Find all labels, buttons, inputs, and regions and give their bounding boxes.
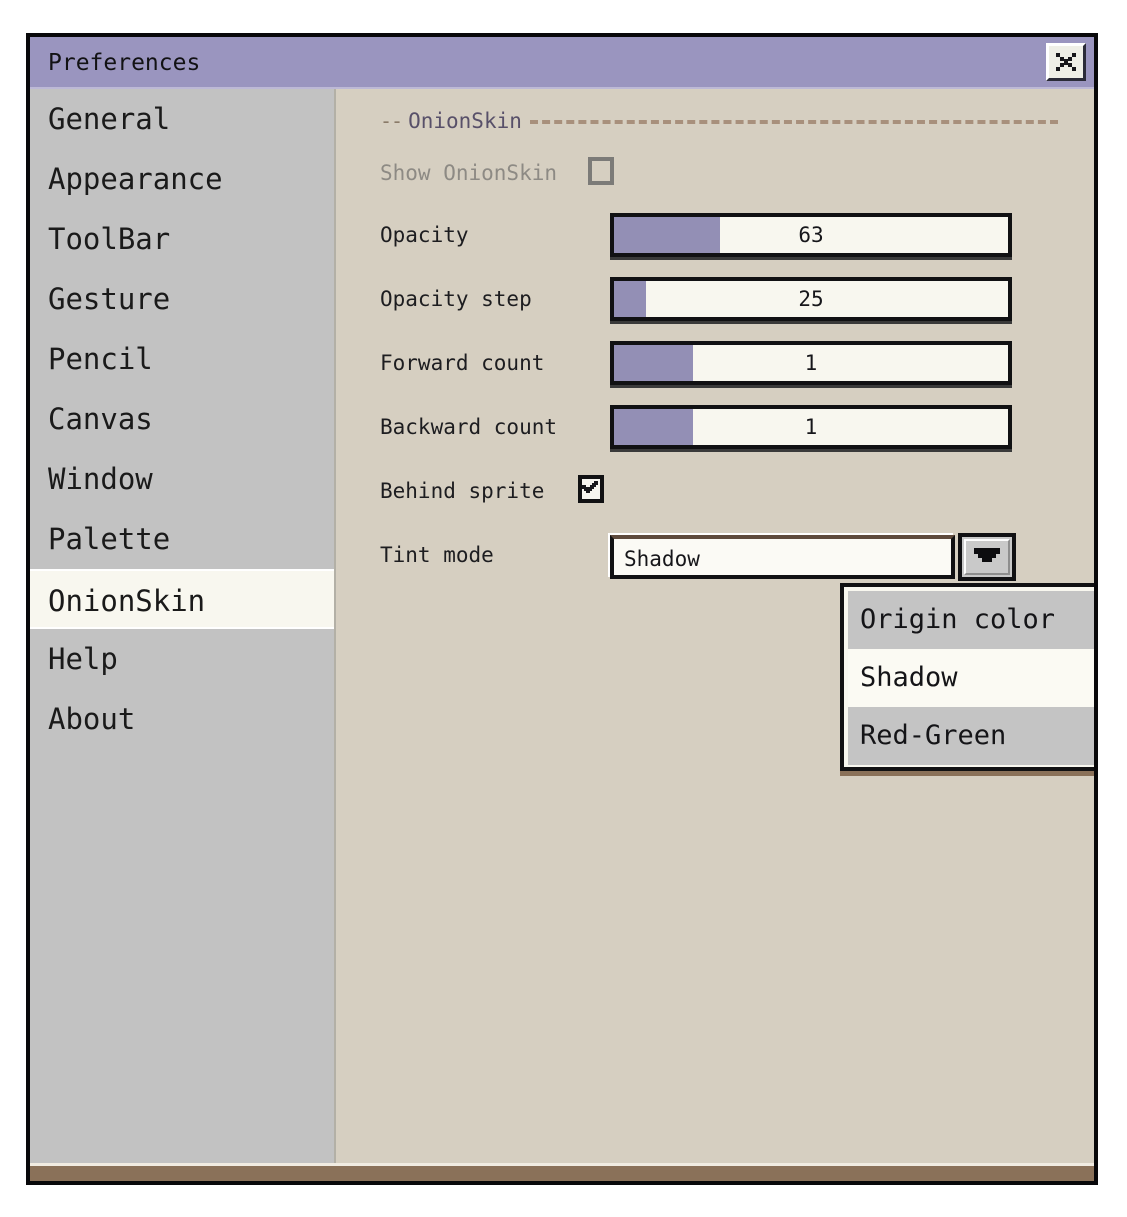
show-onionskin-label: Show OnionSkin: [380, 161, 558, 185]
tint-mode-dropdown-list: Origin color Shadow Red-Green: [840, 583, 1094, 771]
opacity-value: 63: [798, 223, 824, 247]
preferences-window: Preferences General Appearance ToolBar G…: [26, 33, 1098, 1185]
dropdown-option-shadow[interactable]: Shadow: [848, 649, 1094, 707]
sidebar-item-general[interactable]: General: [30, 89, 334, 149]
tint-mode-value: Shadow: [624, 547, 700, 571]
sidebar-item-window[interactable]: Window: [30, 449, 334, 509]
window-inner: Preferences General Appearance ToolBar G…: [30, 37, 1094, 1181]
sidebar-item-help[interactable]: Help: [30, 629, 334, 689]
row-opacity: Opacity 63: [380, 213, 1064, 257]
sidebar-item-onionskin[interactable]: OnionSkin: [30, 569, 334, 629]
sidebar-item-about[interactable]: About: [30, 689, 334, 749]
behind-sprite-label: Behind sprite: [380, 479, 545, 503]
opacity-step-label: Opacity step: [380, 287, 532, 311]
sidebar-item-palette[interactable]: Palette: [30, 509, 334, 569]
chevron-down-icon: [972, 546, 1002, 568]
opacity-slider[interactable]: 63: [610, 213, 1012, 257]
tint-mode-field[interactable]: Shadow: [610, 535, 955, 579]
window-bottom-shadow: [30, 1163, 1094, 1181]
dropdown-option-origin-color[interactable]: Origin color: [848, 591, 1094, 649]
group-dash-prefix: --: [380, 109, 403, 133]
close-x-icon: [1049, 49, 1083, 75]
sidebar: General Appearance ToolBar Gesture Penci…: [30, 89, 336, 1163]
dropdown-option-red-green[interactable]: Red-Green: [848, 707, 1094, 765]
sidebar-item-appearance[interactable]: Appearance: [30, 149, 334, 209]
forward-count-label: Forward count: [380, 351, 545, 375]
checkmark-icon: [582, 479, 600, 499]
close-button[interactable]: [1046, 43, 1086, 81]
backward-count-value: 1: [804, 415, 818, 439]
row-tint-mode: Tint mode Shadow Origin color Shadow Red…: [380, 533, 1094, 771]
show-onionskin-checkbox[interactable]: [588, 157, 614, 185]
window-title: Preferences: [48, 50, 201, 76]
group-title: OnionSkin: [408, 109, 522, 133]
opacity-label: Opacity: [380, 223, 469, 247]
sidebar-item-canvas[interactable]: Canvas: [30, 389, 334, 449]
row-backward-count: Backward count 1: [380, 405, 1064, 449]
row-show-onionskin: Show OnionSkin: [380, 151, 1064, 195]
sidebar-item-gesture[interactable]: Gesture: [30, 269, 334, 329]
settings-panel: -- OnionSkin Show OnionSkin Opacity 63 O…: [338, 89, 1094, 1163]
tint-mode-combobox: Shadow Origin color Shadow Red-Green: [610, 533, 1094, 771]
tint-mode-dropdown-button[interactable]: [958, 533, 1016, 581]
forward-count-value: 1: [804, 351, 818, 375]
sidebar-item-pencil[interactable]: Pencil: [30, 329, 334, 389]
row-opacity-step: Opacity step 25: [380, 277, 1064, 321]
opacity-step-value: 25: [798, 287, 824, 311]
backward-count-label: Backward count: [380, 415, 558, 439]
behind-sprite-checkbox[interactable]: [578, 475, 604, 503]
titlebar[interactable]: Preferences: [30, 37, 1094, 89]
forward-count-slider[interactable]: 1: [610, 341, 1012, 385]
tint-mode-label: Tint mode: [380, 543, 494, 567]
sidebar-item-toolbar[interactable]: ToolBar: [30, 209, 334, 269]
group-divider: [529, 120, 1058, 124]
backward-count-slider[interactable]: 1: [610, 405, 1012, 449]
row-behind-sprite: Behind sprite: [380, 469, 1064, 513]
opacity-step-slider[interactable]: 25: [610, 277, 1012, 321]
row-forward-count: Forward count 1: [380, 341, 1064, 385]
group-header-onionskin: -- OnionSkin: [380, 107, 1058, 135]
